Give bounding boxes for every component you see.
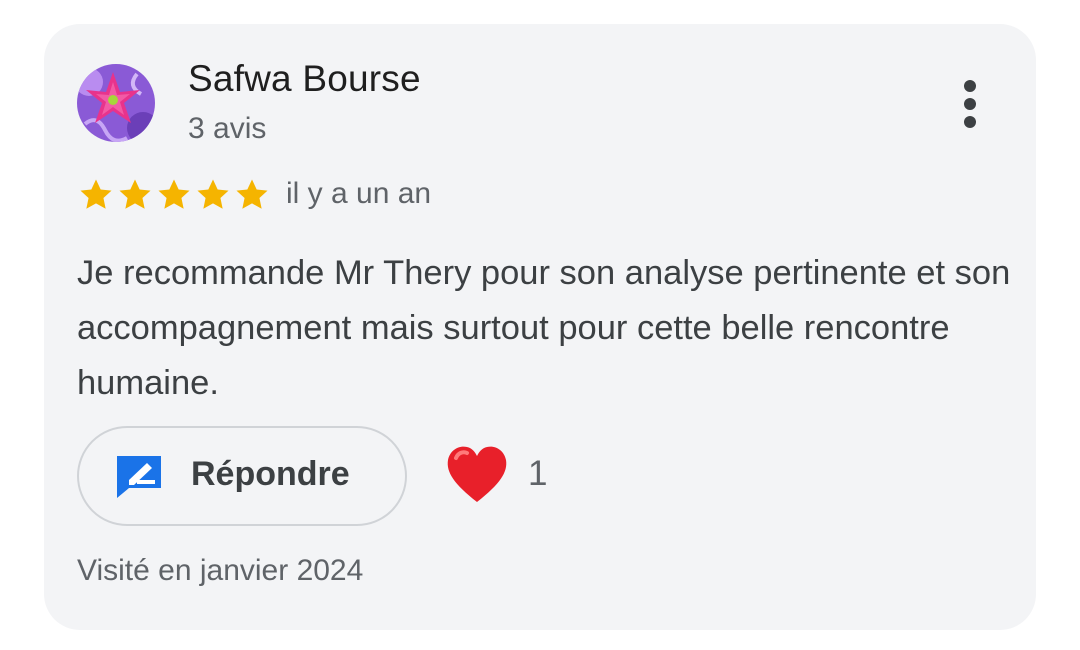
reviewer-name[interactable]: Safwa Bourse [188, 58, 421, 100]
heart-icon [447, 446, 507, 502]
like-count: 1 [528, 454, 548, 493]
visit-date: Visité en janvier 2024 [77, 554, 364, 587]
reply-button-label: Répondre [191, 455, 350, 493]
more-vert-icon [964, 80, 976, 92]
star-icon [158, 179, 190, 209]
star-rating [77, 176, 271, 214]
avatar[interactable] [77, 64, 155, 142]
star-icon [80, 179, 112, 209]
star-icon [197, 179, 229, 209]
reviewer-review-count: 3 avis [188, 112, 267, 145]
star-icon [119, 179, 151, 209]
more-options-button[interactable] [950, 76, 990, 132]
review-card: Safwa Bourse 3 avis il y a un an Je reco… [44, 24, 1036, 630]
flower-avatar-icon [77, 64, 155, 142]
star-icon [236, 179, 268, 209]
review-date: il y a un an [286, 177, 432, 210]
reply-icon [117, 456, 161, 498]
reply-button[interactable]: Répondre [77, 426, 407, 526]
like-button[interactable] [444, 444, 510, 506]
review-text: Je recommande Mr Thery pour son analyse … [77, 254, 1011, 402]
